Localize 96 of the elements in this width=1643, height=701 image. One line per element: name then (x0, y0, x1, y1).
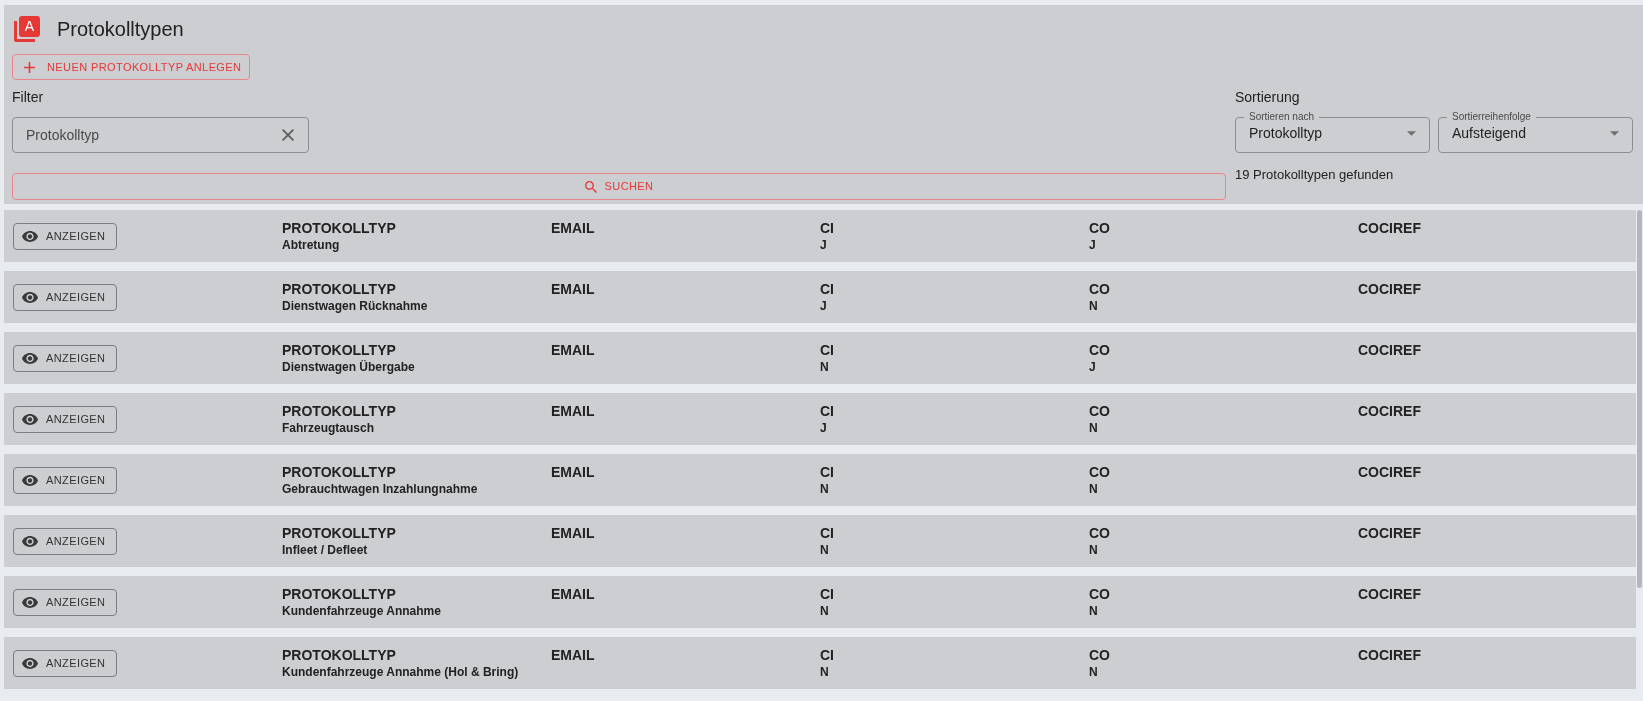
field-label: CI (820, 463, 834, 481)
field-label: CI (820, 646, 834, 664)
sort-heading: Sortierung (1235, 88, 1300, 107)
field-label: CO (1089, 402, 1110, 420)
show-button[interactable]: ANZEIGEN (13, 466, 117, 494)
sort-select[interactable]: Sortierreihenfolge Aufsteigend (1438, 112, 1633, 153)
field-label: COCIREF (1358, 341, 1421, 359)
field-label: COCIREF (1358, 463, 1421, 481)
show-button[interactable]: ANZEIGEN (13, 222, 117, 250)
clear-icon[interactable] (282, 129, 294, 141)
field-value: Infleet / Defleet (282, 542, 368, 558)
show-button[interactable]: ANZEIGEN (13, 527, 117, 555)
dropdown-caret-icon (1407, 130, 1416, 136)
app-logo: A (14, 16, 40, 42)
field-value: N (820, 542, 829, 558)
field-label: CO (1089, 524, 1110, 542)
field-label: PROTOKOLLTYP (282, 341, 396, 359)
field-value: J (820, 298, 827, 314)
field-label: CI (820, 585, 834, 603)
field-label: COCIREF (1358, 585, 1421, 603)
field-value: Dienstwagen Rücknahme (282, 298, 428, 314)
field-label: EMAIL (551, 402, 595, 420)
dropdown-caret-icon (1610, 130, 1619, 136)
plus-icon (24, 61, 35, 73)
field-value: J (820, 420, 827, 436)
field-value: Gebrauchtwagen Inzahlungnahme (282, 481, 478, 497)
page-title: Protokolltypen (57, 17, 184, 42)
eye-icon (22, 291, 38, 303)
field-label: CO (1089, 585, 1110, 603)
field-value: J (1089, 237, 1096, 253)
field-value: N (1089, 542, 1098, 558)
eye-icon (22, 230, 38, 242)
field-label: COCIREF (1358, 402, 1421, 420)
field-label: EMAIL (551, 524, 595, 542)
field-value: Kundenfahrzeuge Annahme (282, 603, 441, 619)
field-label: EMAIL (551, 463, 595, 481)
field-label: PROTOKOLLTYP (282, 219, 396, 237)
field-label: CI (820, 402, 834, 420)
field-label: CO (1089, 219, 1110, 237)
field-label: CO (1089, 646, 1110, 664)
field-value: J (1089, 359, 1096, 375)
show-button[interactable]: ANZEIGEN (13, 405, 117, 433)
field-label: EMAIL (551, 219, 595, 237)
field-label: PROTOKOLLTYP (282, 402, 396, 420)
eye-icon (22, 596, 38, 608)
field-value: Kundenfahrzeuge Annahme (Hol & Bring) (282, 664, 519, 680)
field-label: PROTOKOLLTYP (282, 585, 396, 603)
eye-icon (22, 535, 38, 547)
search-field[interactable]: Protokolltyp (12, 117, 309, 153)
field-label: PROTOKOLLTYP (282, 646, 396, 664)
field-label: PROTOKOLLTYP (282, 524, 396, 542)
field-value: N (1089, 298, 1098, 314)
field-label: CI (820, 219, 834, 237)
field-label: EMAIL (551, 341, 595, 359)
field-value: N (1089, 603, 1098, 619)
field-label: COCIREF (1358, 646, 1421, 664)
scrollbar-thumb[interactable] (1637, 210, 1642, 588)
eye-icon (22, 474, 38, 486)
field-label: CI (820, 524, 834, 542)
field-label: CI (820, 280, 834, 298)
show-button[interactable]: ANZEIGEN (13, 344, 117, 372)
field-value: Dienstwagen Übergabe (282, 359, 415, 375)
field-value: Fahrzeugtausch (282, 420, 374, 436)
field-value: N (820, 481, 829, 497)
field-label: CO (1089, 463, 1110, 481)
field-label: CO (1089, 341, 1110, 359)
field-label: COCIREF (1358, 219, 1421, 237)
field-label: CI (820, 341, 834, 359)
field-value: Abtretung (282, 237, 340, 253)
eye-icon (22, 352, 38, 364)
field-value: N (820, 603, 829, 619)
field-value: J (820, 237, 827, 253)
field-label: PROTOKOLLTYP (282, 280, 396, 298)
field-label: CO (1089, 280, 1110, 298)
result-count: 19 Protokolltypen gefunden (1235, 166, 1394, 183)
field-value: N (1089, 664, 1098, 680)
show-button[interactable]: ANZEIGEN (13, 283, 117, 311)
field-value: N (820, 359, 829, 375)
field-label: EMAIL (551, 280, 595, 298)
field-label: EMAIL (551, 646, 595, 664)
select-label: Sortierreihenfolge (1451, 112, 1532, 122)
field-label: PROTOKOLLTYP (282, 463, 396, 481)
search-icon (584, 180, 597, 193)
field-value: N (1089, 481, 1098, 497)
show-button[interactable]: ANZEIGEN (13, 588, 117, 616)
field-label: EMAIL (551, 585, 595, 603)
sort-select[interactable]: Sortieren nach Protokolltyp (1235, 112, 1430, 153)
eye-icon (22, 657, 38, 669)
show-button[interactable]: ANZEIGEN (13, 649, 117, 677)
select-label: Sortieren nach (1248, 112, 1316, 122)
eye-icon (22, 413, 38, 425)
field-label: COCIREF (1358, 524, 1421, 542)
field-value: N (820, 664, 829, 680)
field-value: N (1089, 420, 1098, 436)
field-label: COCIREF (1358, 280, 1421, 298)
filter-heading: Filter (12, 88, 44, 107)
